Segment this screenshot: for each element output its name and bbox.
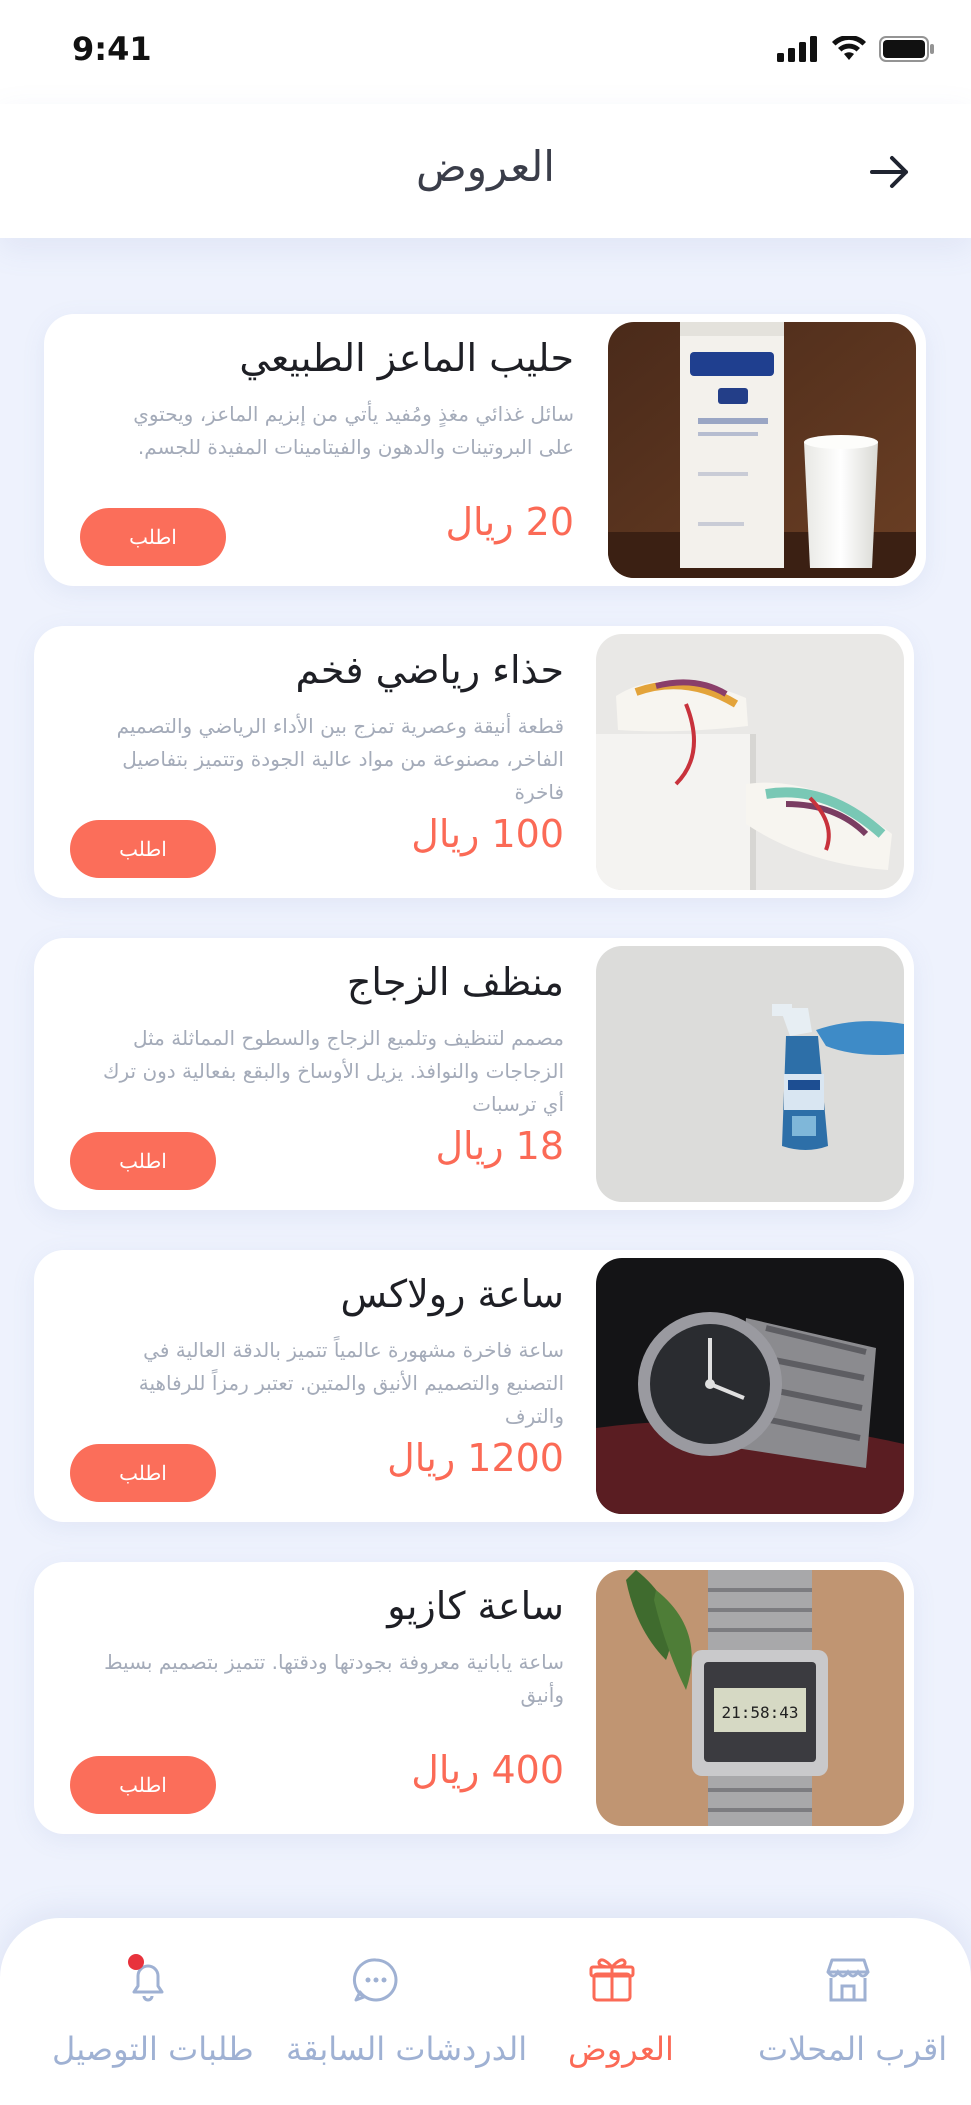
cellular-signal-icon — [777, 36, 817, 62]
order-button[interactable]: اطلب — [80, 508, 226, 566]
gift-icon — [589, 1958, 635, 2002]
casio-image-svg: 21:58:43 — [596, 1570, 904, 1826]
page-title: العروض — [416, 142, 555, 191]
tab-label: الدردشات السابقة — [286, 2030, 528, 2068]
product-description: ساعة يابانية معروفة بجودتها ودقتها. تتمي… — [104, 1650, 564, 1707]
product-name: ساعة رولاكس — [340, 1272, 564, 1316]
tab-nearest-shops[interactable]: اقرب المحلات — [756, 1918, 948, 2105]
product-price: 18 ريال — [435, 1124, 564, 1168]
product-image — [596, 1258, 904, 1514]
product-image — [596, 946, 904, 1202]
product-card[interactable]: ساعة رولاكس ساعة فاخرة مشهورة عالمياً تت… — [34, 1250, 914, 1522]
product-description: قطعة أنيقة وعصرية تمزج بين الأداء الرياض… — [116, 714, 564, 804]
watch-display: 21:58:43 — [721, 1703, 798, 1722]
status-bar: 9:41 — [0, 0, 971, 104]
product-card[interactable]: 21:58:43 ساعة كازيو ساعة يابانية معروفة … — [34, 1562, 914, 1834]
product-card[interactable]: حذاء رياضي فخم قطعة أنيقة وعصرية تمزج بي… — [34, 626, 914, 898]
arrow-right-icon — [870, 156, 908, 188]
product-image — [608, 322, 916, 578]
tab-previous-chats[interactable]: الدردشات السابقة — [286, 1918, 527, 2105]
tab-label: العروض — [568, 2030, 674, 2068]
wifi-icon — [832, 36, 866, 60]
product-description: مصمم لتنظيف وتلميع الزجاج والسطوح المماث… — [103, 1026, 564, 1116]
product-card[interactable]: حليب الماعز الطبيعي سائل غذائي مغذٍ ومُف… — [44, 314, 926, 586]
product-name: ساعة كازيو — [387, 1584, 564, 1628]
product-price: 100 ريال — [411, 812, 564, 856]
chat-icon — [352, 1958, 398, 2002]
order-button[interactable]: اطلب — [70, 820, 216, 878]
status-time: 9:41 — [72, 30, 152, 68]
product-name: منظف الزجاج — [346, 960, 564, 1004]
product-description: سائل غذائي مغذٍ ومُفيد يأتي من إبزيم الم… — [133, 402, 574, 459]
tab-label: طلبات التوصيل — [52, 2030, 254, 2068]
order-button[interactable]: اطلب — [70, 1756, 216, 1814]
order-button[interactable]: اطلب — [70, 1132, 216, 1190]
product-description: ساعة فاخرة مشهورة عالمياً تتميز بالدقة ا… — [138, 1338, 564, 1428]
sneakers-image-svg — [596, 634, 904, 890]
battery-icon — [879, 36, 934, 62]
header: العروض — [0, 104, 971, 238]
store-icon — [826, 1958, 870, 2002]
product-price: 20 ريال — [445, 500, 574, 544]
product-name: حذاء رياضي فخم — [295, 648, 564, 692]
product-price: 1200 ريال — [387, 1436, 564, 1480]
tab-offers[interactable]: العروض — [560, 1918, 720, 2105]
tab-delivery-requests[interactable]: طلبات التوصيل — [40, 1918, 254, 2105]
order-button[interactable]: اطلب — [70, 1444, 216, 1502]
notification-badge — [128, 1954, 144, 1970]
product-image: 21:58:43 — [596, 1570, 904, 1826]
milk-image-svg — [608, 322, 916, 578]
status-icons — [777, 36, 935, 62]
glass-cleaner-image-svg — [596, 946, 904, 1202]
product-card[interactable]: منظف الزجاج مصمم لتنظيف وتلميع الزجاج وا… — [34, 938, 914, 1210]
back-button[interactable] — [866, 150, 914, 194]
bottom-tab-bar: طلبات التوصيل الدردشات السابقة العروض اق… — [0, 1918, 971, 2105]
product-price: 400 ريال — [411, 1748, 564, 1792]
product-name: حليب الماعز الطبيعي — [239, 336, 574, 380]
bell-icon — [128, 1954, 164, 2002]
rolex-image-svg — [596, 1258, 904, 1514]
tab-label: اقرب المحلات — [758, 2030, 948, 2068]
product-image — [596, 634, 904, 890]
